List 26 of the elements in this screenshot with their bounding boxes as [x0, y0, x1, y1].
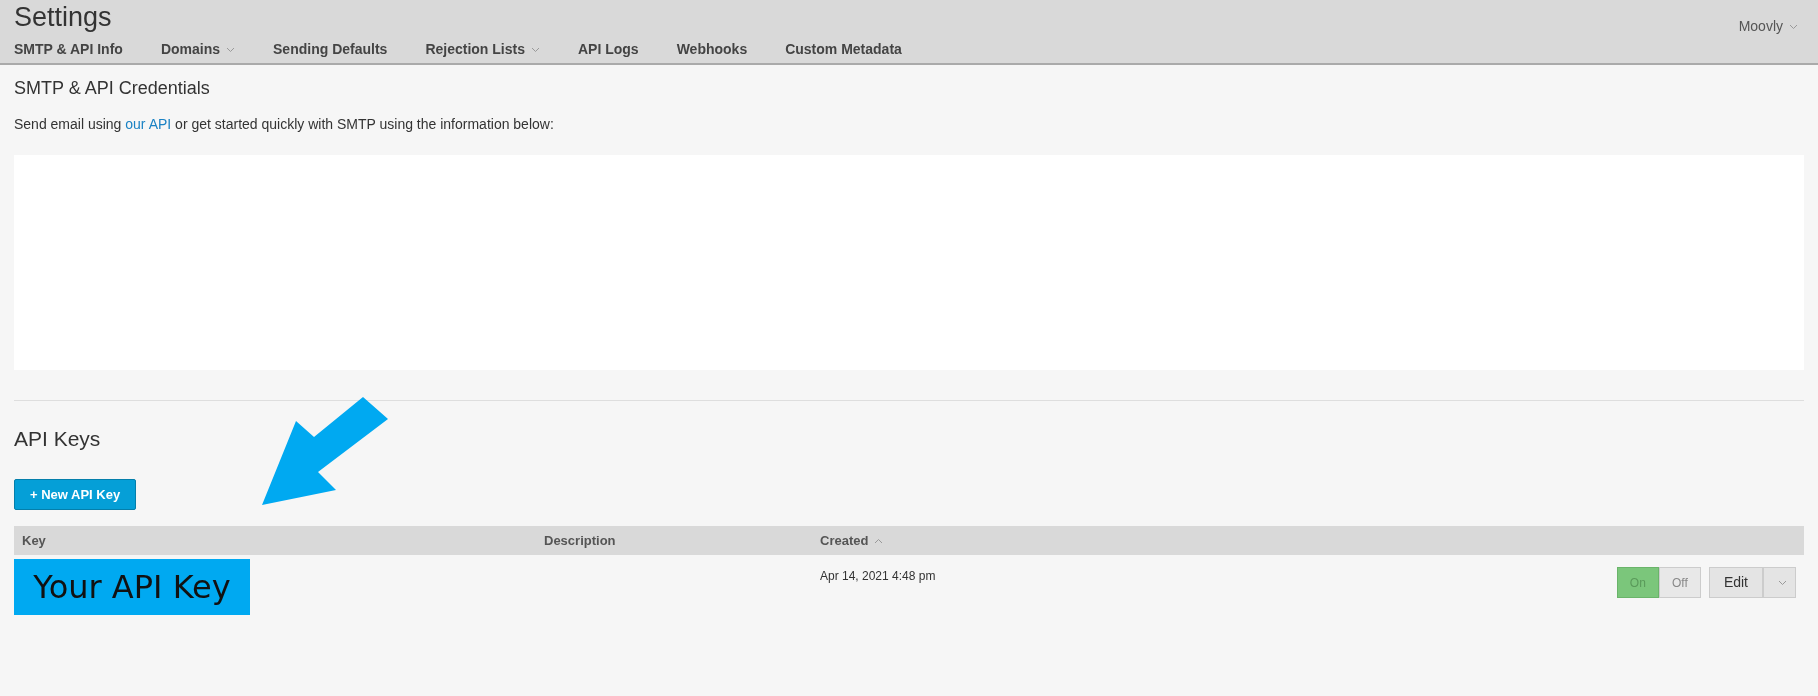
column-header[interactable]: Key	[22, 532, 46, 548]
caret-icon	[1789, 24, 1798, 31]
nav-tab[interactable]: Webhooks	[676, 31, 748, 68]
dropdown-button[interactable]	[1763, 567, 1796, 598]
api-link[interactable]: our API	[125, 116, 172, 132]
table-cell-text: Apr 14, 2021 4:48 pm	[820, 568, 937, 585]
column-header[interactable]: Created	[820, 532, 884, 548]
nav-tab[interactable]: API Logs	[577, 31, 639, 68]
caret-icon	[226, 47, 235, 54]
page-title: Settings	[14, 4, 113, 31]
nav-tab[interactable]: Custom Metadata	[785, 31, 902, 68]
caret-icon	[530, 47, 540, 54]
section-heading: API Keys	[14, 426, 102, 452]
caret-icon	[1778, 580, 1787, 587]
nav-tab[interactable]: Domains	[160, 31, 235, 68]
edit-button[interactable]: Edit	[1708, 567, 1763, 598]
account-menu[interactable]: Moovly	[1732, 4, 1804, 38]
nav-tab[interactable]: Rejection Lists	[425, 31, 540, 68]
caret-icon	[874, 538, 884, 545]
section-heading: SMTP & API Credentials	[14, 77, 211, 100]
column-header[interactable]: Description	[544, 532, 616, 548]
intro-text: Send email using our API or get started quickly with SMTP using the information below:	[14, 115, 555, 134]
key-highlight: Your API Key	[14, 559, 250, 615]
arrow-icon	[262, 397, 388, 505]
nav-tab[interactable]: Sending Defaults	[273, 31, 388, 68]
nav-tab[interactable]: SMTP & API Info	[14, 31, 123, 68]
